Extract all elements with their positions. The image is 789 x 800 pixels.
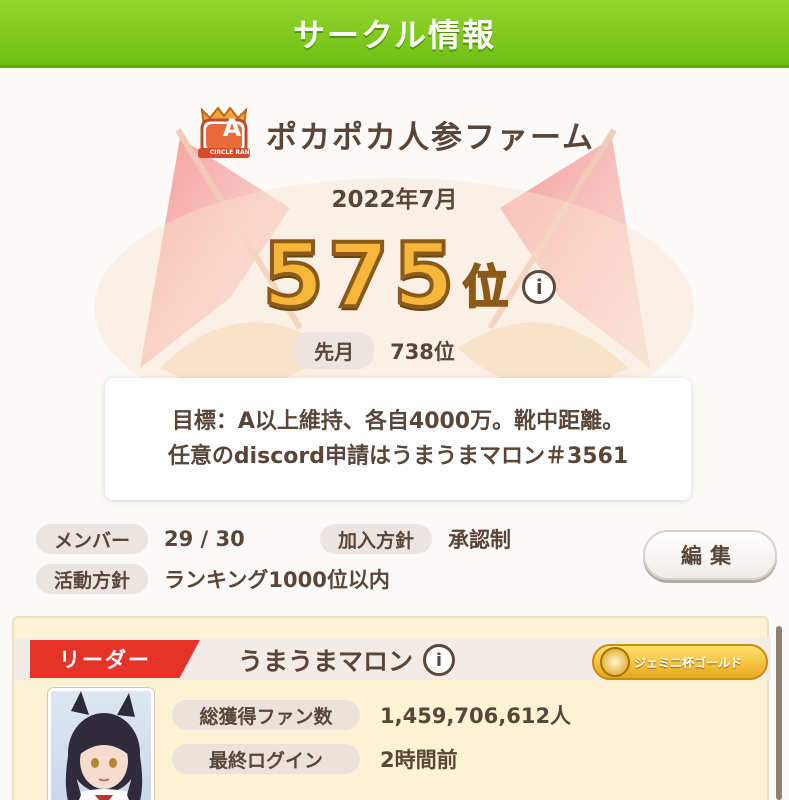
leader-login-row: 最終ログイン 2時間前 [172, 744, 458, 774]
goal-line-2: 任意のdiscord申請はうまうまマロン＃3561 [167, 444, 629, 469]
edit-button[interactable]: 編集 [643, 530, 777, 580]
ranking-info-icon[interactable]: i [522, 270, 557, 304]
ranking-suffix: 位 [461, 260, 509, 314]
leader-info-icon[interactable]: i [423, 644, 456, 676]
ranking-row: 575 位 i [0, 220, 789, 327]
leader-title-badge: ジェミニ杯ゴールド [592, 644, 768, 680]
members-value: 29 / 30 [164, 527, 245, 551]
leader-login-value: 2時間前 [380, 748, 458, 772]
medal-icon [600, 647, 630, 677]
circle-goal-box: 目標：A以上維持、各自4000万。靴中距離。 任意のdiscord申請はうまうま… [105, 378, 691, 500]
previous-month-row: 先月 738位 [0, 332, 789, 369]
ranking-number: 575 [261, 224, 459, 327]
leader-fans-value: 1,459,706,612人 [380, 704, 572, 728]
previous-month-label: 先月 [294, 332, 375, 369]
leader-name: うまうまマロン [238, 647, 414, 676]
leader-fans-label: 総獲得ファン数 [172, 700, 360, 730]
leader-title-text: ジェミニ杯ゴールド [634, 655, 743, 670]
circle-rank-letter: A [222, 114, 242, 142]
scrollbar[interactable] [776, 626, 782, 800]
leader-card[interactable]: リーダー うまうまマロン i ジェミニ杯ゴールド 総獲得ファン数 1,459,7… [12, 616, 771, 800]
header-bar: サークル情報 [0, 0, 789, 68]
leader-login-label: 最終ログイン [172, 744, 360, 774]
goal-line-1: 目標：A以上維持、各自4000万。靴中距離。 [171, 408, 625, 434]
activity-policy-row: 活動方針 ランキング1000位以内 [36, 564, 390, 594]
circle-name: ポカポカ人参ファーム [265, 119, 596, 156]
members-row: メンバー 29 / 30 [36, 524, 245, 554]
leader-tag: リーダー [30, 640, 200, 678]
circle-info-panel: A CIRCLE RANK ポカポカ人参ファーム 2022年7月 575 位 i… [0, 68, 789, 800]
join-policy-row: 加入方針 承認制 [320, 524, 511, 554]
join-policy-label: 加入方針 [320, 524, 433, 554]
character-portrait-icon [65, 691, 143, 800]
activity-policy-value: ランキング1000位以内 [164, 568, 390, 592]
circle-title-row: A CIRCLE RANK ポカポカ人参ファーム [0, 104, 789, 164]
join-policy-value: 承認制 [448, 528, 512, 552]
leader-fans-row: 総獲得ファン数 1,459,706,612人 [172, 700, 571, 730]
header-title: サークル情報 [292, 15, 497, 54]
leader-name-row: うまうまマロン i [238, 642, 456, 678]
previous-month-value: 738位 [390, 339, 455, 364]
leader-avatar[interactable] [48, 688, 154, 800]
circle-rank-caption: CIRCLE RANK [209, 149, 255, 156]
activity-policy-label: 活動方針 [36, 564, 149, 594]
ranking-period: 2022年7月 [331, 187, 458, 213]
members-label: メンバー [36, 524, 149, 554]
